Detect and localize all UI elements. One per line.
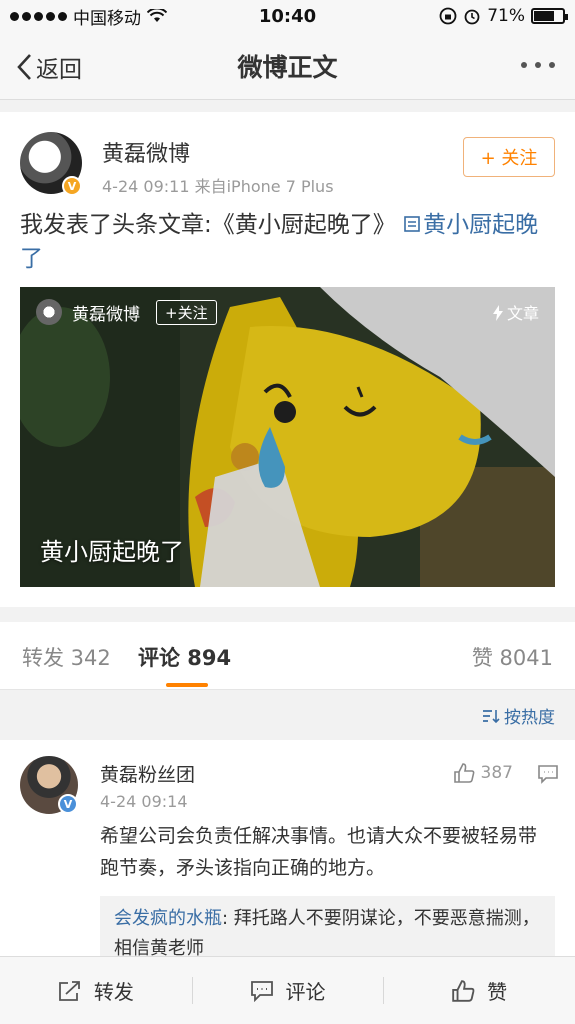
comment-like-button[interactable]: 387 [453, 762, 513, 784]
follow-button[interactable]: + 关注 [463, 137, 555, 177]
comment-button[interactable]: 评论 [191, 957, 384, 1024]
battery-percent: 71% [487, 6, 525, 26]
thumbs-up-icon [452, 979, 475, 1002]
comment-label: 评论 [285, 980, 326, 1004]
rotation-lock-icon [439, 7, 457, 25]
comment-like-count: 387 [480, 763, 513, 783]
article-caption: 黄小厨起晚了 [40, 538, 184, 566]
back-button[interactable]: 返回 [16, 50, 82, 84]
post-card: V 黄磊微博 4-24 09:11 来自iPhone 7 Plus + 关注 我… [0, 112, 575, 607]
sort-bar: 按热度 [0, 690, 575, 740]
alarm-icon [464, 9, 480, 25]
verified-badge-icon: V [62, 176, 82, 196]
battery-icon [531, 8, 568, 24]
comment-item: V 黄磊粉丝团 4-24 09:14 387 希望公司会负责任解决事情。也请大众… [0, 740, 575, 958]
status-left: 中国移动 [10, 4, 167, 29]
article-card[interactable]: 黄磊微博 +关注 文章 黄小厨起晚了 [20, 287, 555, 587]
sort-label: 按热度 [504, 708, 555, 728]
page-title: 微博正文 [237, 52, 338, 82]
reply-icon[interactable] [537, 764, 559, 788]
more-button[interactable] [521, 62, 555, 68]
post-body: 我发表了头条文章:《黄小厨起晚了》 [20, 212, 404, 238]
back-label: 返回 [36, 57, 82, 83]
like-label: 赞 [487, 980, 508, 1004]
share-icon [58, 980, 80, 1001]
thumbs-up-icon [453, 763, 474, 783]
chevron-left-icon [17, 54, 31, 80]
sub-reply-user[interactable]: 会发疯的水瓶 [114, 908, 222, 929]
comment-author[interactable]: 黄磊粉丝团 [100, 760, 195, 787]
article-follow-button[interactable]: +关注 [156, 299, 217, 325]
article-author: 黄磊微博 [72, 304, 140, 325]
tab-indicator [166, 683, 208, 687]
tab-bar: 转发 342 评论 894 赞 8041 [0, 622, 575, 690]
post-text: 我发表了头条文章:《黄小厨起晚了》 黄小厨起晚了 [20, 208, 560, 276]
like-button[interactable]: 赞 [383, 957, 575, 1024]
lightning-icon [492, 305, 503, 321]
signal-icon [10, 11, 67, 21]
sort-icon [483, 709, 500, 723]
author-name[interactable]: 黄磊微博 [102, 136, 190, 168]
status-bar: 中国移动 10:40 71% [0, 0, 575, 32]
carrier-label: 中国移动 [73, 8, 141, 29]
tab-repost[interactable]: 转发 342 [22, 642, 111, 672]
status-right: 71% [439, 6, 568, 26]
comment-text: 希望公司会负责任解决事情。也请大众不要被轻易带跑节奏，矛头该指向正确的地方。 [100, 825, 538, 879]
bottom-toolbar: 转发 评论 赞 [0, 956, 575, 1024]
comment-icon [250, 980, 273, 1002]
tab-comment[interactable]: 评论 894 [138, 642, 231, 672]
repost-label: 转发 [93, 980, 134, 1004]
post-meta: 4-24 09:11 来自iPhone 7 Plus [102, 177, 334, 196]
comment-time: 4-24 09:14 [100, 792, 188, 811]
article-tag-label: 文章 [506, 304, 539, 323]
article-author-avatar [36, 299, 62, 325]
wifi-icon [147, 9, 167, 22]
nav-bar: 返回 微博正文 [0, 32, 575, 100]
sort-button[interactable]: 按热度 [482, 703, 555, 728]
repost-button[interactable]: 转发 [0, 957, 192, 1024]
article-header: 黄磊微博 +关注 文章 [36, 299, 539, 325]
verified-badge-icon: V [58, 794, 78, 814]
comment-bubble-icon [538, 765, 558, 784]
article-icon [404, 216, 420, 232]
sub-reply[interactable]: 会发疯的水瓶: 拜托路人不要阴谋论，不要恶意揣测，相信黄老师 [100, 896, 555, 958]
article-tag: 文章 [492, 300, 539, 324]
tab-like[interactable]: 赞 8041 [472, 642, 553, 672]
